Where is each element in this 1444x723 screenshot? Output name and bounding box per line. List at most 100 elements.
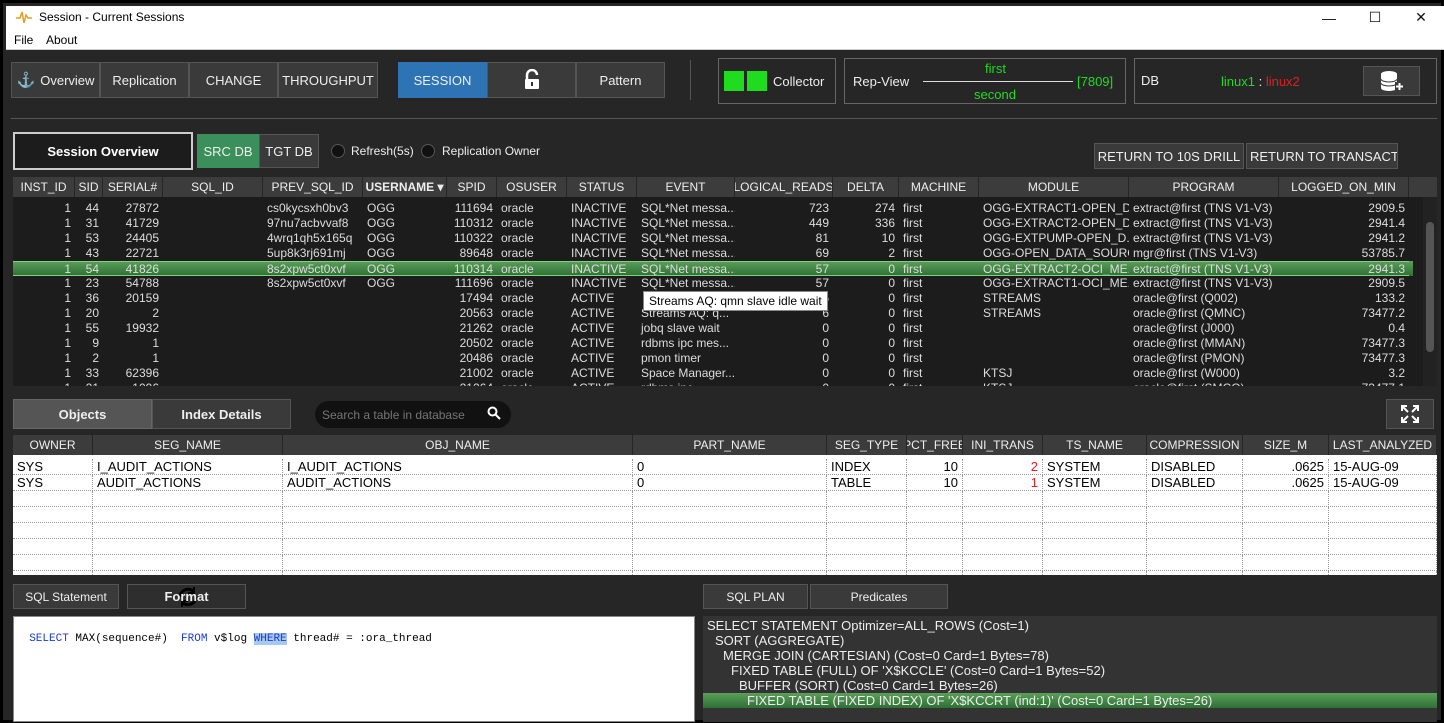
sql-plan-tree: SELECT STATEMENT Optimizer=ALL_ROWS (Cos…: [703, 616, 1437, 722]
plan-line[interactable]: BUFFER (SORT) (Cost=0 Card=1 Bytes=26): [703, 678, 1437, 693]
objects-row[interactable]: [13, 571, 1437, 575]
session-col-header[interactable]: SID: [75, 177, 103, 197]
objects-col-header[interactable]: SIZE_M: [1243, 435, 1329, 455]
objects-row[interactable]: [13, 539, 1437, 555]
session-cell: [163, 381, 263, 386]
overview-button[interactable]: ⚓ Overview: [11, 62, 100, 98]
sql-plan-tab[interactable]: SQL PLAN: [703, 584, 808, 609]
session-col-header[interactable]: DELTA: [833, 177, 899, 197]
objects-row[interactable]: [13, 523, 1437, 539]
predicates-tab[interactable]: Predicates: [810, 584, 948, 609]
expand-button[interactable]: [1386, 399, 1434, 429]
session-row[interactable]: 1 2 1 20486 oracle ACTIVE pmon timer 0 0 first ora…: [13, 351, 1413, 366]
session-cell: 0: [888, 291, 895, 305]
session-cell: 19932: [125, 321, 159, 335]
objects-col-header[interactable]: SEG_TYPE: [827, 435, 907, 455]
src-db-button[interactable]: SRC DB: [197, 134, 259, 168]
session-row[interactable]: 1 54 41826 8s2xpw5ct0xvf OGG 110314 oracle INAC…: [13, 261, 1413, 276]
replication-button[interactable]: Replication: [100, 62, 189, 98]
session-col-header[interactable]: EVENT: [637, 177, 735, 197]
replication-owner-radio[interactable]: [421, 144, 435, 158]
objects-cell: [1329, 539, 1437, 555]
session-col-header[interactable]: INST_ID: [13, 177, 75, 197]
session-row[interactable]: 1 33 62396 21002 oracle ACTIVE Space Manager..…: [13, 366, 1413, 381]
session-col-header[interactable]: PREV_SQL_ID: [263, 177, 363, 197]
objects-row[interactable]: [13, 555, 1437, 571]
objects-col-header[interactable]: SEG_NAME: [93, 435, 283, 455]
sql-statement-tab[interactable]: SQL Statement: [13, 584, 119, 609]
return-10s-drill-button[interactable]: RETURN TO 10S DRILL: [1094, 143, 1244, 169]
menu-about[interactable]: About: [46, 33, 77, 47]
pattern-button[interactable]: Pattern: [576, 62, 665, 98]
session-col-header[interactable]: STATUS: [567, 177, 637, 197]
session-row[interactable]: 1 53 24405 4wrq1qh5x165q OGG 110322 oracle INAC…: [13, 231, 1413, 246]
session-col-header[interactable]: MODULE: [979, 177, 1129, 197]
plan-line[interactable]: FIXED TABLE (FULL) OF 'X$KCCLE' (Cost=0 …: [703, 663, 1437, 678]
objects-cell: [13, 555, 93, 571]
session-col-header[interactable]: SERIAL#: [103, 177, 163, 197]
add-db-button[interactable]: [1363, 66, 1420, 96]
session-row[interactable]: 1 31 41729 97nu7acbvvaf8 OGG 110312 oracle INAC…: [13, 216, 1413, 231]
close-button[interactable]: ✕: [1398, 6, 1444, 29]
format-tab[interactable]: Format: [127, 584, 246, 609]
objects-cell: [1243, 571, 1329, 575]
objects-col-header[interactable]: PCT_FREE: [907, 435, 963, 455]
session-cell: extract@first (TNS V1-V3): [1133, 231, 1273, 245]
plan-line[interactable]: MERGE JOIN (CARTESIAN) (Cost=0 Card=1 By…: [703, 648, 1437, 663]
search-icon[interactable]: [487, 406, 501, 420]
session-col-header[interactable]: SQL_ID: [163, 177, 263, 197]
objects-col-header[interactable]: OWNER: [13, 435, 93, 455]
session-row[interactable]: 1 43 22721 5up8k3rj691mj OGG 89648 oracle INACT…: [13, 246, 1413, 261]
index-details-tab[interactable]: Index Details: [152, 399, 291, 429]
session-col-header[interactable]: LOGGED_ON_MIN: [1279, 177, 1409, 197]
objects-col-header[interactable]: TS_NAME: [1043, 435, 1147, 455]
session-row[interactable]: 1 55 19932 21262 oracle ACTIVE jobq slave wait…: [13, 321, 1413, 336]
objects-cell: 0: [633, 459, 827, 475]
objects-col-header[interactable]: PART_NAME: [633, 435, 827, 455]
session-scrollbar[interactable]: [1423, 197, 1437, 386]
objects-row[interactable]: [13, 491, 1437, 507]
plan-line[interactable]: SORT (AGGREGATE): [703, 633, 1437, 648]
minimize-button[interactable]: —: [1306, 6, 1352, 29]
plan-line[interactable]: SELECT STATEMENT Optimizer=ALL_ROWS (Cos…: [703, 618, 1437, 633]
objects-row[interactable]: [13, 507, 1437, 523]
session-row[interactable]: 1 9 1 20502 oracle ACTIVE rdbms ipc mes... 0 0 fi…: [13, 336, 1413, 351]
session-col-header[interactable]: OSUSER: [497, 177, 567, 197]
session-table: INST_ID SID SERIAL# SQL_ID PREV_SQL_ID USERNA…: [13, 177, 1437, 386]
session-cell: 62396: [125, 366, 159, 380]
session-cell: 20159: [125, 291, 159, 305]
session-row[interactable]: 121109621264oracleACTIVErdbms ipc...00fi…: [13, 381, 1413, 386]
objects-row[interactable]: SYS AUDIT_ACTIONS AUDIT_ACTIONS 0 TABLE 10 1 SY…: [13, 475, 1437, 491]
session-cell: oracle: [501, 231, 534, 245]
menu-file[interactable]: File: [14, 33, 33, 47]
table-search-input[interactable]: [322, 406, 482, 423]
session-row[interactable]: 1 44 27872 cs0kycsxh0bv3 OGG 111694 oracle INAC…: [13, 201, 1413, 216]
session-scrollbar-thumb[interactable]: [1426, 222, 1434, 352]
objects-col-header[interactable]: COMPRESSION: [1147, 435, 1243, 455]
session-row[interactable]: 1 23 54788 8s2xpw5ct0xvf OGG 111696 oracle INAC…: [13, 276, 1413, 291]
throughput-button[interactable]: THROUGHPUT: [278, 62, 378, 98]
objects-tab[interactable]: Objects: [13, 399, 152, 429]
tgt-db-button[interactable]: TGT DB: [259, 134, 319, 168]
session-button[interactable]: SESSION: [398, 62, 487, 98]
session-col-header[interactable]: MACHINE: [899, 177, 979, 197]
session-col-header[interactable]: PROGRAM: [1129, 177, 1279, 197]
session-col-header[interactable]: USERNAME ▾: [363, 177, 447, 197]
maximize-button[interactable]: ☐: [1352, 6, 1398, 29]
unlock-button[interactable]: [487, 62, 576, 98]
return-transaction-button[interactable]: RETURN TO TRANSACTIO: [1246, 143, 1398, 169]
rep-view-id: [7809]: [1077, 74, 1114, 89]
session-col-header[interactable]: LOGICAL_READS: [735, 177, 833, 197]
objects-col-header[interactable]: INI_TRANS: [963, 435, 1043, 455]
table-search[interactable]: [315, 401, 511, 428]
sql-editor[interactable]: SELECT MAX(sequence#) FROM v$log WHERE t…: [13, 616, 695, 722]
refresh-radio[interactable]: [331, 144, 345, 158]
objects-col-header[interactable]: LAST_ANALYZED: [1329, 435, 1437, 455]
session-col-header[interactable]: SPID: [447, 177, 497, 197]
objects-col-header[interactable]: OBJ_NAME: [283, 435, 633, 455]
objects-row[interactable]: SYS I_AUDIT_ACTIONS I_AUDIT_ACTIONS 0 INDEX 1…: [13, 459, 1437, 475]
objects-cell: [633, 571, 827, 575]
plan-line[interactable]: FIXED TABLE (FIXED INDEX) OF 'X$KCCRT (i…: [703, 693, 1437, 708]
change-button[interactable]: CHANGE: [189, 62, 278, 98]
objects-cell: [827, 523, 907, 539]
